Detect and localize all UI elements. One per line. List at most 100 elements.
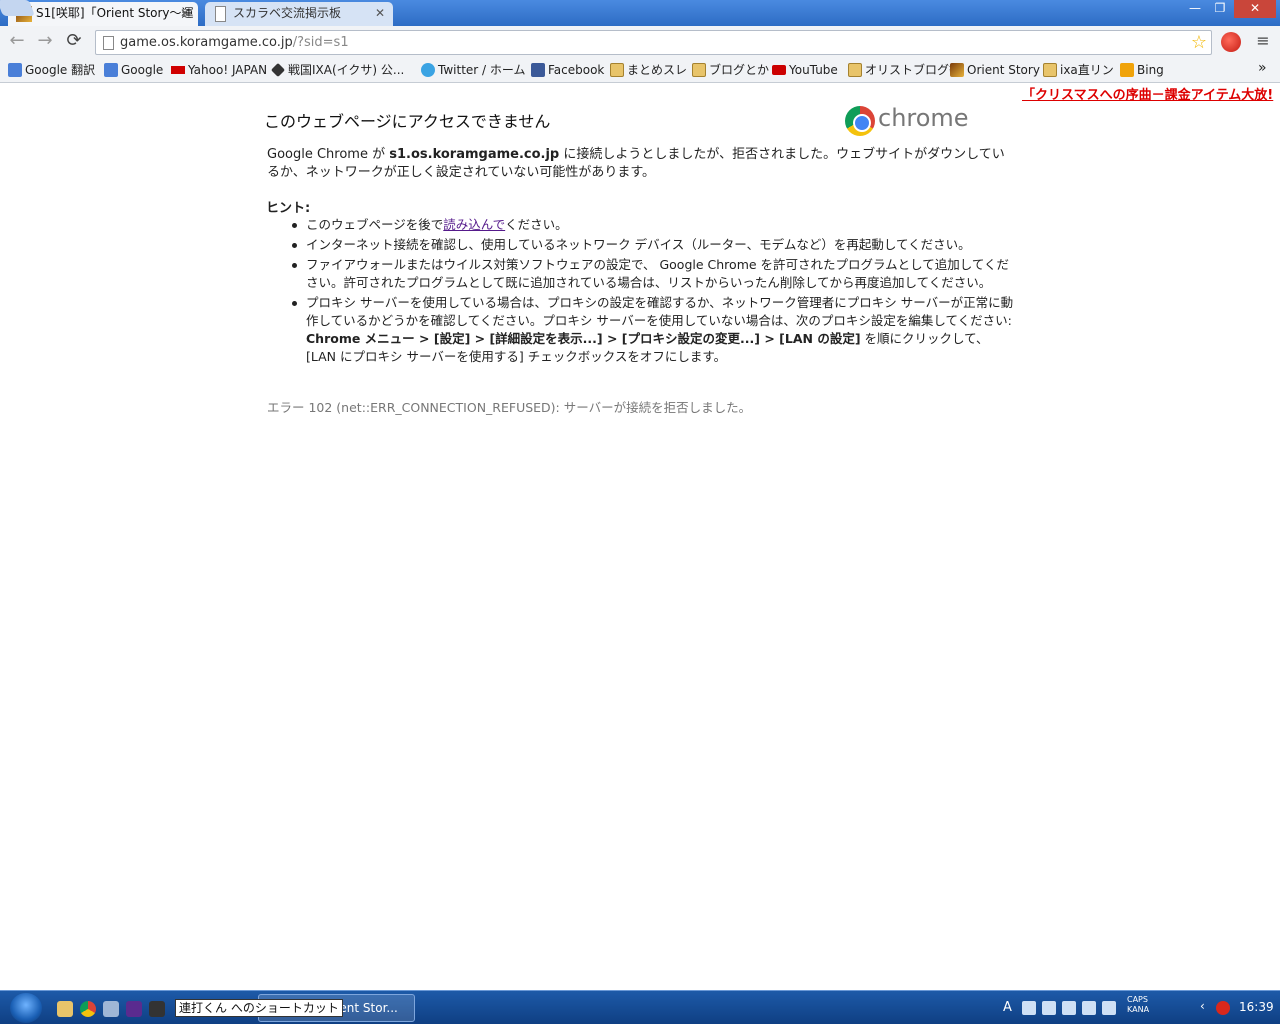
url-host: game.os.koramgame.co.jp	[120, 35, 293, 50]
bookmark-ixa[interactable]: 戦国IXA(イクサ) 公...	[270, 62, 405, 80]
start-button[interactable]	[10, 993, 42, 1023]
folder-icon	[848, 63, 862, 77]
bookmark-folder-matome[interactable]: まとめスレ	[610, 62, 687, 80]
bookmark-bing[interactable]: Bing	[1120, 62, 1164, 80]
bookmarks-overflow-button[interactable]: »	[1258, 60, 1267, 76]
bookmark-label: Bing	[1137, 63, 1164, 77]
bookmark-google[interactable]: Google	[104, 62, 163, 80]
chrome-icon[interactable]	[80, 1001, 96, 1017]
hint-item-reload: このウェブページを後で読み込んでください。	[292, 216, 1018, 234]
chrome-wordmark: chrome	[878, 104, 969, 132]
bookmark-label: YouTube	[789, 63, 838, 77]
ime-tool-icon[interactable]	[1062, 1001, 1076, 1015]
reload-button[interactable]: ⟳	[62, 31, 86, 53]
bookmark-orient-story[interactable]: Orient Story	[950, 62, 1040, 80]
url-path: /?sid=s1	[292, 35, 349, 50]
bookmarks-bar: Google 翻訳 Google Yahoo! JAPAN 戦国IXA(イクサ)…	[0, 58, 1280, 83]
close-button[interactable]: ✕	[1234, 0, 1276, 18]
error-code: エラー 102 (net::ERR_CONNECTION_REFUSED): サ…	[267, 400, 752, 415]
proxy-menu-path: Chrome メニュー > [設定] > [詳細設定を表示...] > [プロキ…	[306, 331, 861, 346]
bing-icon	[1120, 63, 1134, 77]
bookmark-folder-ixa-link[interactable]: ixa直リン	[1043, 62, 1114, 80]
help-icon[interactable]	[1102, 1001, 1116, 1015]
youtube-icon	[772, 65, 786, 75]
lock-status: CAPS KANA	[1127, 995, 1149, 1015]
pen-icon[interactable]	[1082, 1001, 1096, 1015]
bookmark-label: Twitter / ホーム	[438, 63, 526, 77]
tab-strip: S1[咲耶]「Orient Story〜運 ✕ スカラベ交流掲示板 ✕ — ❐ …	[0, 0, 1280, 26]
ime-icon[interactable]	[1022, 1001, 1036, 1015]
bookmark-label: Google	[121, 63, 164, 77]
bookmark-youtube[interactable]: YouTube	[772, 62, 838, 80]
app-icon[interactable]	[126, 1001, 142, 1017]
app-icon[interactable]	[103, 1001, 119, 1017]
hint-text: ください。	[505, 217, 568, 232]
caps-label: CAPS	[1127, 995, 1148, 1004]
folder-icon	[610, 63, 624, 77]
orient-story-icon	[950, 63, 964, 77]
tab-close-icon[interactable]: ✕	[178, 2, 192, 24]
bookmark-label: Facebook	[548, 63, 605, 77]
bookmark-folder-oristo[interactable]: オリストブログ等	[848, 62, 961, 80]
minimize-button[interactable]: —	[1183, 0, 1207, 18]
error-title: このウェブページにアクセスできません	[264, 112, 551, 131]
windows-taskbar: 咲耶]「Orient Stor... 連打くん へのショートカット A ‹ CA…	[0, 990, 1280, 1024]
ixa-icon	[270, 62, 286, 78]
app-icon[interactable]	[149, 1001, 165, 1017]
back-button[interactable]: ←	[5, 31, 29, 53]
hint-item-firewall: ファイアウォールまたはウイルス対策ソフトウェアの設定で、 Google Chro…	[292, 256, 1018, 292]
trend-micro-icon[interactable]	[1216, 1001, 1230, 1015]
gear-icon[interactable]	[1042, 1001, 1056, 1015]
hint-text: プロキシ サーバーを使用している場合は、プロキシの設定を確認するか、ネットワーク…	[306, 295, 1014, 328]
clock[interactable]: 16:39	[1239, 1000, 1274, 1014]
summary-prefix: Google Chrome が	[267, 147, 390, 162]
reload-link[interactable]: 読み込んで	[443, 217, 505, 232]
folder-icon	[692, 63, 706, 77]
tab-orient-story[interactable]: S1[咲耶]「Orient Story〜運 ✕	[8, 2, 198, 26]
google-icon	[104, 63, 118, 77]
ime-indicator[interactable]: A	[1003, 1000, 1012, 1015]
bookmark-label: ブログとか	[709, 63, 770, 77]
bookmark-label: 戦国IXA(イクサ) 公...	[288, 63, 405, 77]
hint-list: このウェブページを後で読み込んでください。 インターネット接続を確認し、使用して…	[292, 216, 1018, 368]
tab-close-icon[interactable]: ✕	[373, 2, 387, 24]
bookmark-label: まとめスレ	[627, 63, 688, 77]
explorer-icon[interactable]	[57, 1001, 73, 1017]
bookmark-label: Yahoo! JAPAN	[188, 63, 268, 77]
summary-host: s1.os.koramgame.co.jp	[389, 147, 560, 162]
url-text: game.os.koramgame.co.jp/?sid=s1	[120, 35, 349, 50]
shortcut-tooltip: 連打くん へのショートカット	[175, 999, 343, 1017]
bookmark-label: Orient Story	[967, 63, 1040, 77]
forward-button[interactable]: →	[33, 31, 57, 53]
page-content: 「クリスマスへの序曲－課金アイテム大放! このウェブページにアクセスできません …	[0, 84, 1280, 990]
folder-icon	[1043, 63, 1057, 77]
bookmark-star-icon[interactable]: ☆	[1191, 32, 1207, 53]
address-bar[interactable]: game.os.koramgame.co.jp/?sid=s1 ☆	[95, 30, 1212, 55]
yahoo-icon	[171, 66, 185, 74]
chevron-left-icon[interactable]: ‹	[1200, 999, 1210, 1013]
maximize-button[interactable]: ❐	[1208, 0, 1232, 18]
page-icon	[103, 36, 114, 50]
facebook-icon	[531, 63, 545, 77]
error-summary: Google Chrome が s1.os.koramgame.co.jp に接…	[267, 146, 1012, 182]
bookmark-folder-blog[interactable]: ブログとか	[692, 62, 769, 80]
hint-text: このウェブページを後で	[306, 217, 444, 232]
bookmark-label: Google 翻訳	[25, 63, 96, 77]
twitter-icon	[421, 63, 435, 77]
bookmark-google-translate[interactable]: Google 翻訳	[8, 62, 95, 80]
hint-heading: ヒント:	[266, 201, 311, 216]
bookmark-facebook[interactable]: Facebook	[531, 62, 604, 80]
promo-link[interactable]: 「クリスマスへの序曲－課金アイテム大放!	[1022, 84, 1273, 103]
page-icon	[215, 6, 226, 22]
bookmark-yahoo[interactable]: Yahoo! JAPAN	[171, 62, 267, 80]
chrome-logo-icon	[845, 106, 875, 136]
bookmark-label: ixa直リン	[1060, 63, 1114, 77]
browser-toolbar: ← → ⟳ game.os.koramgame.co.jp/?sid=s1 ☆ …	[0, 26, 1280, 58]
new-tab-button[interactable]	[0, 0, 35, 16]
trend-micro-icon[interactable]	[1221, 32, 1241, 52]
tab-scarab-board[interactable]: スカラベ交流掲示板 ✕	[205, 2, 393, 26]
chrome-menu-button[interactable]: ≡	[1251, 31, 1275, 53]
kana-label: KANA	[1127, 1005, 1150, 1014]
translate-icon	[8, 63, 22, 77]
bookmark-twitter[interactable]: Twitter / ホーム	[421, 62, 526, 80]
